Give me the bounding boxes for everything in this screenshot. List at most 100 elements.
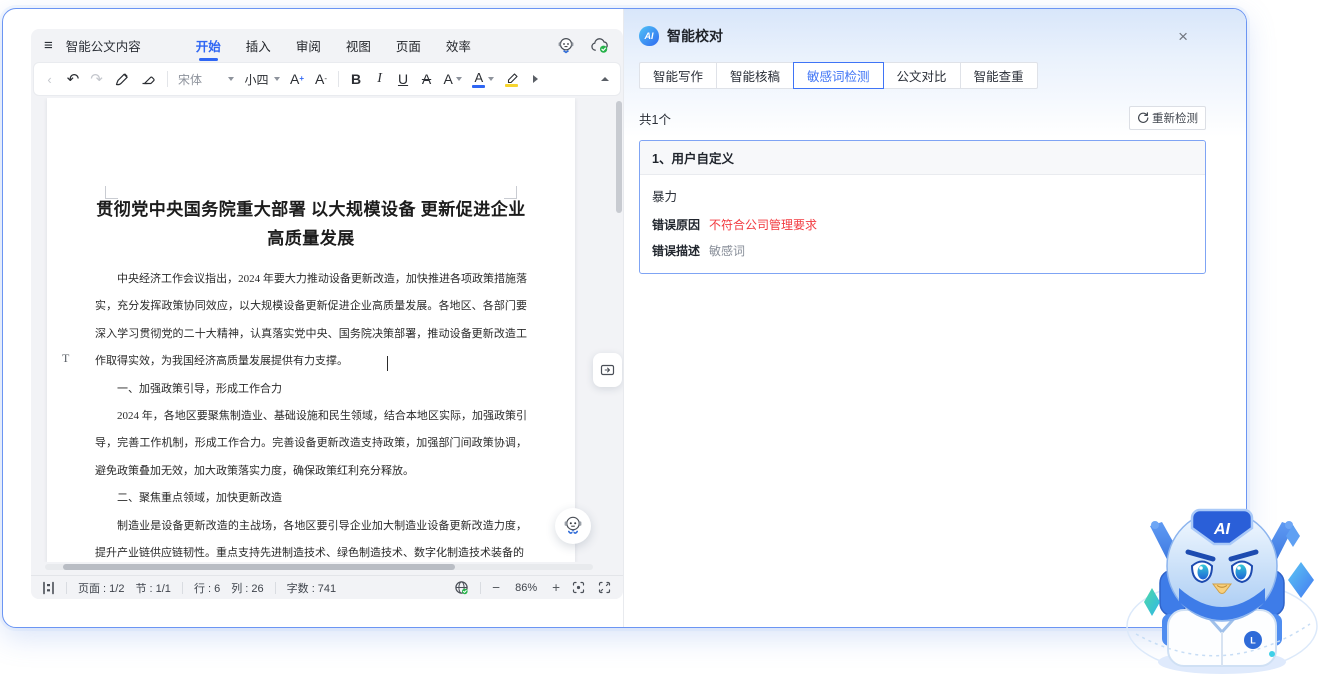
chevron-up-icon [600,77,609,81]
redo-button: ↷ [90,70,103,88]
toolbar-separator [166,71,168,87]
zoom-in-button[interactable]: + [552,580,560,595]
status-bar: 页面 : 1/2 节 : 1/1 行 : 6 列 : 26 字数 : 741 −… [31,575,623,599]
doc-paragraph[interactable]: 二、聚焦重点领域，加快更新改造 [95,485,527,512]
triangle-right-icon [533,75,539,83]
chevron-down-icon [228,77,234,81]
undo-button[interactable]: ↶ [67,72,80,87]
status-separator [274,581,276,594]
ai-robot-mascot: L AI [1122,484,1322,683]
result-count: 共1个 [639,112,671,127]
description-value: 敏感词 [709,244,746,258]
format-toolbar: ‹ ↶ ↷ 宋体 小四 A + A- B I U A A A [33,62,621,96]
font-family-select[interactable]: 宋体 [178,71,234,88]
decrease-font-button[interactable]: A- [315,72,328,86]
sensitive-word-card[interactable]: 1、用户自定义 暴力 错误原因 不符合公司管理要求 错误描述 敏感词 [639,140,1206,274]
font-color-button[interactable]: A [472,71,495,88]
svg-text:L: L [1250,636,1256,646]
text-cursor [387,356,388,371]
assistant-avatar-icon[interactable] [557,36,575,54]
cloud-saved-icon[interactable] [590,37,610,54]
font-family-value: 宋体 [178,72,203,87]
card-header: 1、用户自定义 [640,141,1205,175]
panel-title: 智能校对 [667,28,723,44]
tab-review[interactable]: 审阅 [296,31,321,60]
app-window: ≡ 智能公文内容 开始 插入 审阅 视图 页面 效率 ‹ ↶ ↷ 宋体 小四 A… [2,8,1247,628]
italic-button[interactable]: I [373,72,386,86]
tab-page[interactable]: 页面 [396,31,421,60]
margin-crop-mark [105,186,118,199]
ribbon-tabs: 开始 插入 审阅 视图 页面 效率 [196,31,471,61]
strikethrough-button[interactable]: A [420,72,433,86]
bold-button[interactable]: B [350,72,363,86]
status-column: 列 : 26 [231,582,264,595]
spellcheck-globe-icon[interactable] [454,580,469,595]
format-painter-button[interactable] [114,71,130,87]
tab-smart-writing[interactable]: 智能写作 [639,62,718,89]
doc-paragraph[interactable]: 中央经济工作会议指出，2024 年要大力推动设备更新改造，加快推进各项政策措施落… [95,266,527,376]
card-category: 用户自定义 [671,152,734,166]
margin-marker: T [62,351,70,365]
status-line: 行 : 6 [193,582,221,595]
tab-doc-compare[interactable]: 公文对比 [882,62,961,89]
ai-badge-icon: AI [639,26,659,46]
vertical-scrollbar-thumb[interactable] [616,101,622,213]
editor-pane: ≡ 智能公文内容 开始 插入 审阅 视图 页面 效率 ‹ ↶ ↷ 宋体 小四 A… [31,29,623,599]
underline-button[interactable]: U [397,72,410,86]
horizontal-scrollbar-thumb[interactable] [63,564,455,570]
page-layout-icon[interactable] [42,581,55,595]
status-separator [480,581,482,594]
recheck-button[interactable]: 重新检测 [1129,106,1206,130]
zoom-level[interactable]: 86% [511,582,541,594]
more-tools-button[interactable] [529,75,542,83]
menu-bar: ≡ 智能公文内容 开始 插入 审阅 视图 页面 效率 [31,29,623,61]
card-index: 1、 [652,152,672,166]
chevron-down-icon [488,77,495,81]
tab-efficiency[interactable]: 效率 [446,31,471,60]
font-size-select[interactable]: 小四 [245,71,280,88]
tab-sensitive-word-detect[interactable]: 敏感词检测 [793,62,884,89]
document-canvas: 贯彻党中央国务院重大部署 以大规模设备 更新促进企业高质量发展 中央经济工作会议… [31,98,623,562]
status-page: 页面 : 1/2 [78,582,125,595]
hamburger-menu-icon[interactable]: ≡ [44,37,53,54]
chevron-down-icon [455,77,462,81]
result-meta-row: 共1个 重新检测 [639,106,1206,130]
doc-paragraph[interactable]: 制造业是设备更新改造的主战场，各地区要引导企业加大制造业设备更新改造力度，提升产… [95,513,527,562]
sidebar-expand-button[interactable] [593,353,622,387]
doc-paragraph[interactable]: 2024 年，各地区要聚焦制造业、基础设施和民生领域，结合本地区实际，加强政策引… [95,403,527,485]
document-page[interactable]: 贯彻党中央国务院重大部署 以大规模设备 更新促进企业高质量发展 中央经济工作会议… [47,98,575,562]
fullscreen-icon[interactable] [597,580,612,595]
margin-crop-mark [504,186,517,199]
panel-header: AI 智能校对 × [624,9,1246,54]
status-word-count: 字数 : 741 [286,582,337,595]
highlight-button[interactable] [505,72,519,87]
svg-text:AI: AI [1213,521,1231,538]
text-effects-button[interactable]: A [444,72,462,86]
collapse-toolbar-button[interactable] [598,77,611,81]
eraser-button[interactable] [140,71,156,87]
tab-home[interactable]: 开始 [196,31,221,61]
doc-heading[interactable]: 贯彻党中央国务院重大部署 以大规模设备 更新促进企业高质量发展 [95,98,527,253]
increase-font-button[interactable]: A + [290,72,304,86]
chevron-down-icon [273,77,280,81]
reason-label: 错误原因 [652,218,701,232]
tab-smart-review[interactable]: 智能核稿 [716,62,795,89]
menu-right-icons [557,36,610,54]
tab-view[interactable]: 视图 [346,31,371,60]
toolbar-separator [338,71,340,87]
panel-tabs: 智能写作 智能核稿 敏感词检测 公文对比 智能查重 [639,62,1246,89]
tab-insert[interactable]: 插入 [246,31,271,60]
ai-assistant-floating-button[interactable] [555,508,591,544]
tab-smart-dedup[interactable]: 智能查重 [959,62,1038,89]
highlight-color-swatch [505,83,519,87]
vertical-scrollbar[interactable] [616,101,622,557]
recheck-label: 重新检测 [1152,113,1198,125]
document-name: 智能公文内容 [65,39,141,54]
close-icon[interactable]: × [1178,28,1188,45]
fit-page-icon[interactable] [571,580,586,595]
zoom-out-button[interactable]: − [492,580,500,595]
font-size-value: 小四 [244,72,269,87]
horizontal-scrollbar[interactable] [45,564,593,570]
card-body: 暴力 错误原因 不符合公司管理要求 错误描述 敏感词 [640,175,1205,273]
doc-paragraph[interactable]: 一、加强政策引导，形成工作合力 [95,376,527,403]
